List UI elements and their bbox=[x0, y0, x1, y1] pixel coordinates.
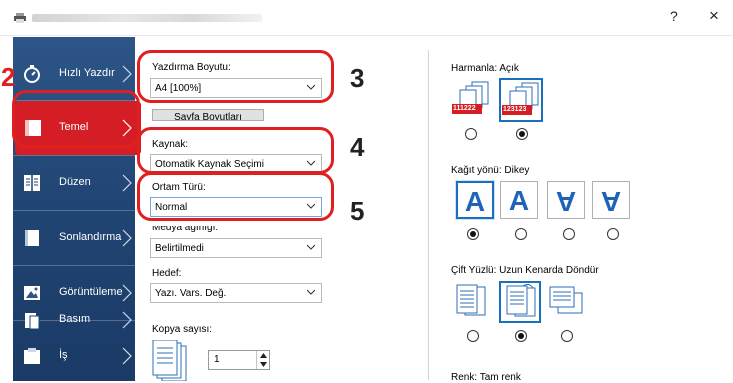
chevron-down-icon bbox=[307, 244, 315, 250]
collate-on-option[interactable]: 123123 bbox=[499, 78, 543, 122]
arrow-down-icon[interactable] bbox=[260, 362, 267, 367]
sidebar-item-label: Hızlı Yazdır bbox=[59, 67, 115, 79]
callout-number-2: 2 bbox=[1, 62, 16, 92]
callout-box-4 bbox=[137, 127, 334, 174]
duplex-label: Çift Yüzlü: bbox=[451, 265, 497, 276]
callout-number-5: 5 bbox=[350, 196, 365, 226]
rotated-portrait-icon: A bbox=[555, 186, 577, 217]
pages-icon bbox=[25, 313, 40, 330]
callout-box-3 bbox=[137, 50, 334, 103]
collate-value: Açık bbox=[499, 63, 519, 74]
sidebar-item-job[interactable]: İş bbox=[13, 329, 135, 383]
layout-icon bbox=[24, 175, 40, 191]
media-weight-select[interactable]: Belirtilmedi bbox=[150, 238, 322, 258]
copies-stack-icon bbox=[152, 340, 187, 381]
orientation-rotated-landscape-radio[interactable] bbox=[607, 228, 619, 240]
portrait-icon: A bbox=[464, 186, 486, 217]
sidebar-item-label: Sonlandırma bbox=[59, 231, 122, 243]
orientation-portrait-radio[interactable] bbox=[467, 228, 479, 240]
sidebar-item-label: Düzen bbox=[59, 176, 91, 188]
collate-off-icon bbox=[452, 81, 489, 114]
orientation-value: Dikey bbox=[504, 165, 530, 176]
collate-on-radio[interactable] bbox=[516, 128, 528, 140]
sidebar: Hızlı Yazdır Temel Düzen Sonlandırma Gör… bbox=[13, 37, 141, 383]
duplex-short-edge-radio[interactable] bbox=[561, 330, 573, 342]
chevron-right-icon bbox=[122, 174, 132, 192]
copies-stepper[interactable]: 1 bbox=[208, 350, 270, 370]
sidebar-item-label: Basım bbox=[59, 313, 91, 325]
duplex-status: Çift Yüzlü: Uzun Kenarda Döndür bbox=[451, 265, 599, 276]
page-sizes-button[interactable]: Sayfa Boyutları bbox=[152, 109, 264, 121]
orientation-rotated-portrait-button[interactable]: A bbox=[547, 181, 585, 219]
callout-number-3: 3 bbox=[350, 63, 365, 93]
panel-divider bbox=[428, 50, 429, 380]
callout-box-5 bbox=[137, 172, 334, 221]
destination-select[interactable]: Yazı. Vars. Değ. bbox=[150, 283, 322, 303]
orientation-rotated-portrait-radio[interactable] bbox=[563, 228, 575, 240]
rotated-landscape-icon: A bbox=[600, 186, 622, 217]
copies-value: 1 bbox=[214, 354, 220, 365]
close-button[interactable]: × bbox=[709, 6, 719, 26]
orientation-rotated-landscape-button[interactable]: A bbox=[592, 181, 630, 219]
chevron-right-icon bbox=[122, 229, 132, 247]
destination-label: Hedef: bbox=[152, 268, 182, 279]
duplex-long-edge-option[interactable] bbox=[499, 281, 541, 323]
destination-value: Yazı. Vars. Değ. bbox=[155, 288, 227, 299]
collate-status: Harmanla: Açık bbox=[451, 63, 519, 74]
duplex-long-edge-radio[interactable] bbox=[515, 330, 527, 342]
landscape-icon: A bbox=[508, 185, 530, 216]
simplex-icon[interactable] bbox=[453, 283, 489, 319]
help-button[interactable]: ? bbox=[670, 8, 678, 24]
duplex-value: Uzun Kenarda Döndür bbox=[499, 265, 599, 276]
orientation-status: Kağıt yönü: Dikey bbox=[451, 165, 529, 176]
collate-off-text: 111222 bbox=[453, 105, 476, 112]
printer-icon bbox=[14, 13, 26, 23]
arrow-up-icon[interactable] bbox=[260, 353, 267, 358]
chevron-right-icon bbox=[122, 311, 132, 329]
orientation-portrait-button[interactable]: A bbox=[456, 181, 494, 219]
media-weight-label: Medya ağırlığı: bbox=[152, 222, 219, 233]
color-label: Renk: bbox=[451, 372, 478, 383]
job-icon bbox=[24, 348, 40, 364]
page-sizes-button-label: Sayfa Boyutları bbox=[174, 112, 242, 121]
title-bar: ? × bbox=[0, 0, 733, 36]
stopwatch-icon bbox=[24, 65, 40, 83]
orientation-landscape-button[interactable]: A bbox=[500, 181, 538, 219]
collate-off-option[interactable]: 111222 bbox=[452, 80, 492, 120]
color-status: Renk: Tam renk bbox=[451, 372, 521, 383]
collate-off-radio[interactable] bbox=[465, 128, 477, 140]
booklet-icon bbox=[25, 230, 39, 246]
media-weight-value: Belirtilmedi bbox=[155, 243, 204, 254]
chevron-right-icon bbox=[122, 347, 132, 365]
chevron-right-icon bbox=[122, 65, 132, 83]
orientation-landscape-radio[interactable] bbox=[515, 228, 527, 240]
collate-label: Harmanla: bbox=[451, 63, 498, 74]
copies-label: Kopya sayısı: bbox=[152, 324, 213, 335]
callout-number-4: 4 bbox=[350, 132, 365, 162]
chevron-down-icon bbox=[307, 289, 315, 295]
duplex-long-edge-icon bbox=[506, 284, 536, 317]
collate-on-text: 123123 bbox=[503, 106, 527, 113]
copies-spin-buttons[interactable] bbox=[256, 351, 269, 369]
window-title-blurred bbox=[32, 14, 262, 22]
color-value: Tam renk bbox=[479, 372, 521, 383]
orientation-label: Kağıt yönü: bbox=[451, 165, 502, 176]
sidebar-item-finishing[interactable]: Sonlandırma bbox=[13, 211, 135, 265]
callout-box-2 bbox=[12, 90, 140, 148]
sidebar-item-layout[interactable]: Düzen bbox=[13, 156, 135, 210]
collate-on-icon bbox=[502, 82, 539, 115]
simplex-radio[interactable] bbox=[467, 330, 479, 342]
duplex-short-edge-icon[interactable] bbox=[548, 283, 584, 319]
sidebar-item-label: İş bbox=[59, 349, 68, 361]
